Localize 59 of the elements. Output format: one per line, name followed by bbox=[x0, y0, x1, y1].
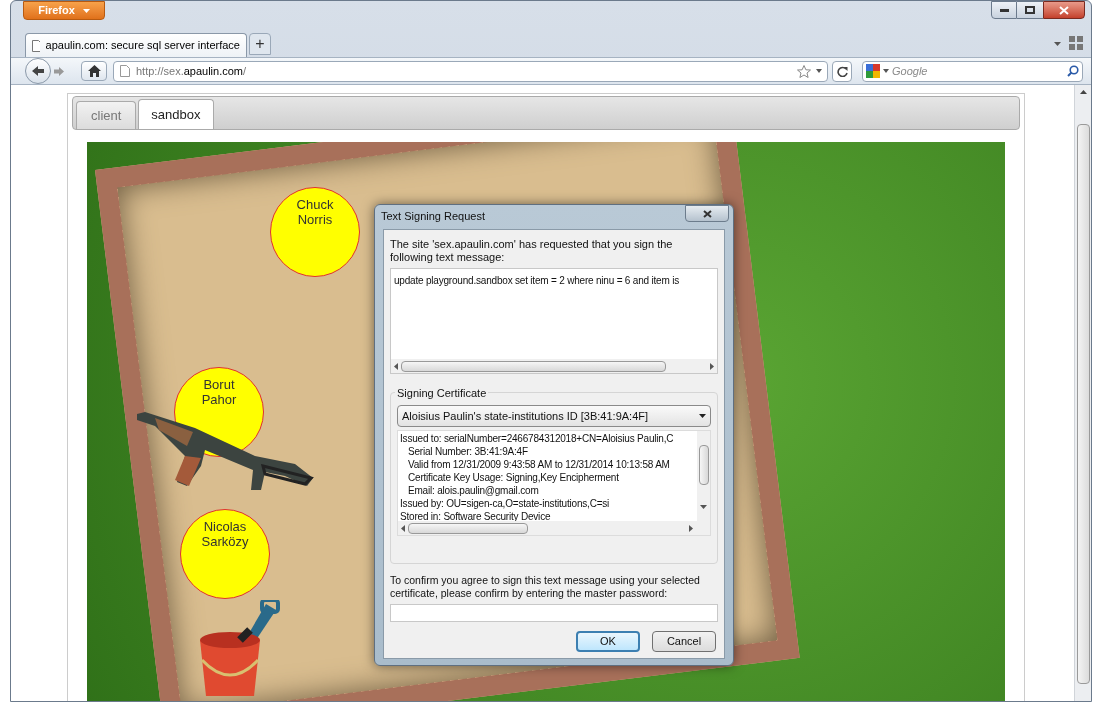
certificate-detail-line: Serial Number: 3B:41:9A:4F bbox=[407, 445, 528, 458]
certificate-detail-line: Stored in: Software Security Device bbox=[400, 510, 551, 523]
minimize-icon bbox=[999, 8, 1009, 12]
back-arrow-icon bbox=[31, 65, 45, 77]
close-button[interactable] bbox=[685, 205, 729, 222]
scroll-down-icon[interactable] bbox=[700, 505, 707, 509]
certificate-detail-line: Issued to: serialNumber=2466784312018+CN=Aloisius Paulin,C bbox=[400, 432, 674, 445]
close-icon bbox=[702, 209, 712, 218]
forward-arrow-icon bbox=[53, 65, 65, 77]
new-tab-button[interactable]: + bbox=[249, 33, 271, 55]
scroll-up-icon[interactable] bbox=[1079, 90, 1087, 94]
dropdown-caret-icon bbox=[816, 69, 822, 73]
dropdown-caret-icon bbox=[883, 69, 889, 73]
dropdown-caret-icon bbox=[699, 414, 706, 418]
home-icon bbox=[87, 65, 101, 77]
dialog-button[interactable]: OK bbox=[576, 631, 640, 652]
request-text: The site 'sex.apaulin.com' has requested that you sign the following text message: bbox=[390, 238, 674, 264]
home-button[interactable] bbox=[81, 61, 107, 81]
close-icon bbox=[1059, 5, 1069, 15]
search-field[interactable]: Google bbox=[862, 60, 1083, 82]
page-tab[interactable]: sandbox bbox=[138, 99, 214, 129]
vertical-scrollbar[interactable] bbox=[1074, 85, 1091, 701]
password-field[interactable] bbox=[390, 604, 718, 622]
browser-tab[interactable]: apaulin.com: secure sql server interface bbox=[25, 33, 247, 57]
certificate-detail-line: Email: alois.paulin@gmail.com bbox=[407, 484, 539, 497]
maximize-icon bbox=[1025, 6, 1035, 14]
address-field[interactable]: http://sex.apaulin.com/ bbox=[113, 60, 828, 82]
certificate-detail-line: Certificate Key Usage: Signing,Key Encipherment bbox=[407, 471, 619, 484]
search-icon[interactable] bbox=[1067, 65, 1079, 77]
dialog-title: Text Signing Request bbox=[381, 208, 485, 224]
confirm-text: To confirm you agree to sign this text message using your selected certificate, please confirm by entering the master password: bbox=[390, 574, 701, 600]
page-tab[interactable]: client bbox=[76, 101, 137, 129]
maximize-button[interactable] bbox=[1017, 1, 1043, 19]
caret-icon bbox=[82, 8, 90, 13]
horizontal-scrollbar[interactable] bbox=[391, 359, 717, 373]
certificate-detail-line: Valid from 12/31/2009 9:43:58 AM to 12/31/2014 10:13:58 AM bbox=[407, 458, 670, 471]
certificate-dropdown[interactable]: Aloisius Paulin's state-institutions ID [3B:41:9A:4F] bbox=[397, 405, 711, 427]
certificate-detail-line: Issued by: OU=sigen-ca,O=state-institutions,C=si bbox=[400, 497, 610, 510]
vertical-scrollbar[interactable] bbox=[697, 431, 710, 523]
dialog-button[interactable]: Cancel bbox=[652, 631, 716, 652]
back-button[interactable] bbox=[25, 58, 51, 84]
star-icon[interactable] bbox=[797, 64, 811, 78]
reload-button[interactable] bbox=[832, 60, 852, 82]
page-icon bbox=[120, 65, 130, 77]
scroll-left-icon[interactable] bbox=[394, 362, 398, 370]
scroll-right-icon[interactable] bbox=[710, 362, 714, 370]
close-button[interactable] bbox=[1043, 1, 1085, 19]
scroll-left-icon[interactable] bbox=[401, 524, 405, 532]
dropdown-caret-icon bbox=[1054, 42, 1061, 46]
message-text: update playground.sandbox set item = 2 where ninu = 6 and item is bbox=[393, 274, 680, 288]
search-input[interactable]: Google bbox=[892, 62, 1064, 80]
colored-squares-icon[interactable] bbox=[866, 64, 880, 78]
grid-icon[interactable] bbox=[1069, 36, 1083, 50]
scroll-right-icon[interactable] bbox=[689, 524, 693, 532]
page-icon bbox=[32, 39, 40, 52]
minimize-button[interactable] bbox=[991, 1, 1017, 19]
url-text: http://sex.apaulin.com/ bbox=[136, 63, 248, 79]
horizontal-scrollbar[interactable] bbox=[398, 521, 710, 535]
reload-icon bbox=[836, 65, 848, 77]
